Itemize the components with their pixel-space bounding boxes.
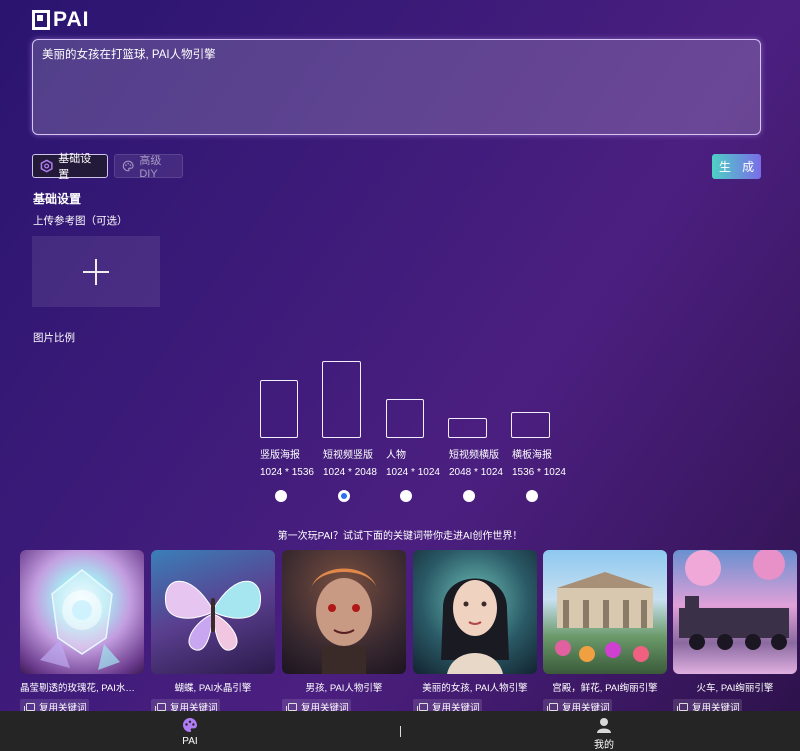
gallery-item[interactable]: 美丽的女孩, PAI人物引擎 复用关键词 xyxy=(413,550,537,714)
advanced-diy-button[interactable]: 高级DIY xyxy=(114,154,183,180)
ratio-radio-short-video-horizontal[interactable] xyxy=(463,490,475,502)
copy-icon xyxy=(155,702,166,713)
prompt-input[interactable]: 美丽的女孩在打篮球, PAI人物引擎 xyxy=(32,39,761,135)
ratio-shape-portrait[interactable] xyxy=(386,399,424,438)
ratio-size: 1024 * 1024 xyxy=(386,467,440,478)
bottom-nav: PAI 我的 xyxy=(0,711,800,751)
copy-icon xyxy=(286,702,297,713)
upload-label: 上传参考图（可选） xyxy=(33,215,128,227)
logo-icon xyxy=(32,10,50,30)
gallery-item[interactable]: 男孩, PAI人物引擎 复用关键词 xyxy=(282,550,406,714)
ratio-radio-portrait[interactable] xyxy=(400,490,412,502)
nav-divider xyxy=(400,726,401,737)
gallery-caption: 火车, PAI绚丽引擎 xyxy=(696,683,774,694)
copy-icon xyxy=(24,702,35,713)
ratio-name: 人物 xyxy=(386,450,406,461)
ratio-size: 2048 * 1024 xyxy=(449,467,503,478)
ratio-shape-portrait-poster[interactable] xyxy=(260,380,298,438)
copy-icon xyxy=(417,702,428,713)
ratio-radio-portrait-poster[interactable] xyxy=(275,490,287,502)
gallery-caption: 男孩, PAI人物引擎 xyxy=(305,683,383,694)
palette-icon xyxy=(122,160,134,172)
gallery-item[interactable]: 蝴蝶, PAI水晶引擎 复用关键词 xyxy=(151,550,275,714)
gallery-item[interactable]: 火车, PAI绚丽引擎 复用关键词 xyxy=(673,550,797,714)
nav-item-pai[interactable]: PAI xyxy=(181,717,199,747)
copy-icon xyxy=(677,702,688,713)
nav-label-pai: PAI xyxy=(182,736,198,747)
ratio-name: 短视频竖版 xyxy=(323,450,373,461)
gallery-caption: 蝴蝶, PAI水晶引擎 xyxy=(174,683,252,694)
basic-settings-button[interactable]: 基础设置 xyxy=(32,153,108,181)
ratio-label: 图片比例 xyxy=(33,332,75,344)
ratio-size: 1024 * 1536 xyxy=(260,467,314,478)
logo-text: PAI xyxy=(53,8,90,31)
ratio-radio-landscape-poster[interactable] xyxy=(526,490,538,502)
intro-text: 第一次玩PAI？试试下面的关键词带你走进AI创作世界！ xyxy=(277,531,523,542)
ratio-size: 1536 * 1024 xyxy=(512,467,566,478)
gallery-caption: 美丽的女孩, PAI人物引擎 xyxy=(422,683,528,694)
train-image[interactable] xyxy=(673,550,797,674)
gallery-caption: 晶莹剔透的玫瑰花, PAI水晶引擎 xyxy=(20,683,144,694)
advanced-diy-label: 高级DIY xyxy=(139,155,162,180)
generate-button[interactable]: 生 成 xyxy=(712,154,761,179)
ratio-shape-short-video-vertical[interactable] xyxy=(322,361,361,438)
ratio-shape-landscape-poster[interactable] xyxy=(511,412,550,438)
ratio-name: 短视频横版 xyxy=(449,450,499,461)
gallery-item[interactable]: 宫殿，鲜花, PAI绚丽引擎 复用关键词 xyxy=(543,550,667,714)
ratio-radio-short-video-vertical[interactable] xyxy=(338,490,350,502)
boy-portrait-image[interactable] xyxy=(282,550,406,674)
palette-icon xyxy=(183,718,197,732)
nav-label-mine: 我的 xyxy=(594,740,614,751)
ratio-size: 1024 * 2048 xyxy=(323,467,377,478)
crystal-rose-image[interactable] xyxy=(20,550,144,674)
upload-reference-button[interactable] xyxy=(32,236,160,307)
palace-flowers-image[interactable] xyxy=(543,550,667,674)
ratio-shape-short-video-horizontal[interactable] xyxy=(448,418,487,438)
butterfly-image[interactable] xyxy=(151,550,275,674)
settings-title: 基础设置 xyxy=(33,192,82,206)
user-icon xyxy=(597,718,611,733)
basic-settings-label: 基础设置 xyxy=(58,153,92,181)
ratio-name: 横板海报 xyxy=(512,450,552,461)
gallery-item[interactable]: 晶莹剔透的玫瑰花, PAI水晶引擎 复用关键词 xyxy=(20,550,144,714)
hexagon-settings-icon xyxy=(40,159,53,173)
ratio-name: 竖版海报 xyxy=(260,450,300,461)
nav-item-mine[interactable]: 我的 xyxy=(594,717,614,751)
girl-portrait-image[interactable] xyxy=(413,550,537,674)
gallery-caption: 宫殿，鲜花, PAI绚丽引擎 xyxy=(552,683,658,694)
app-logo: PAI xyxy=(32,8,89,32)
copy-icon xyxy=(547,702,558,713)
